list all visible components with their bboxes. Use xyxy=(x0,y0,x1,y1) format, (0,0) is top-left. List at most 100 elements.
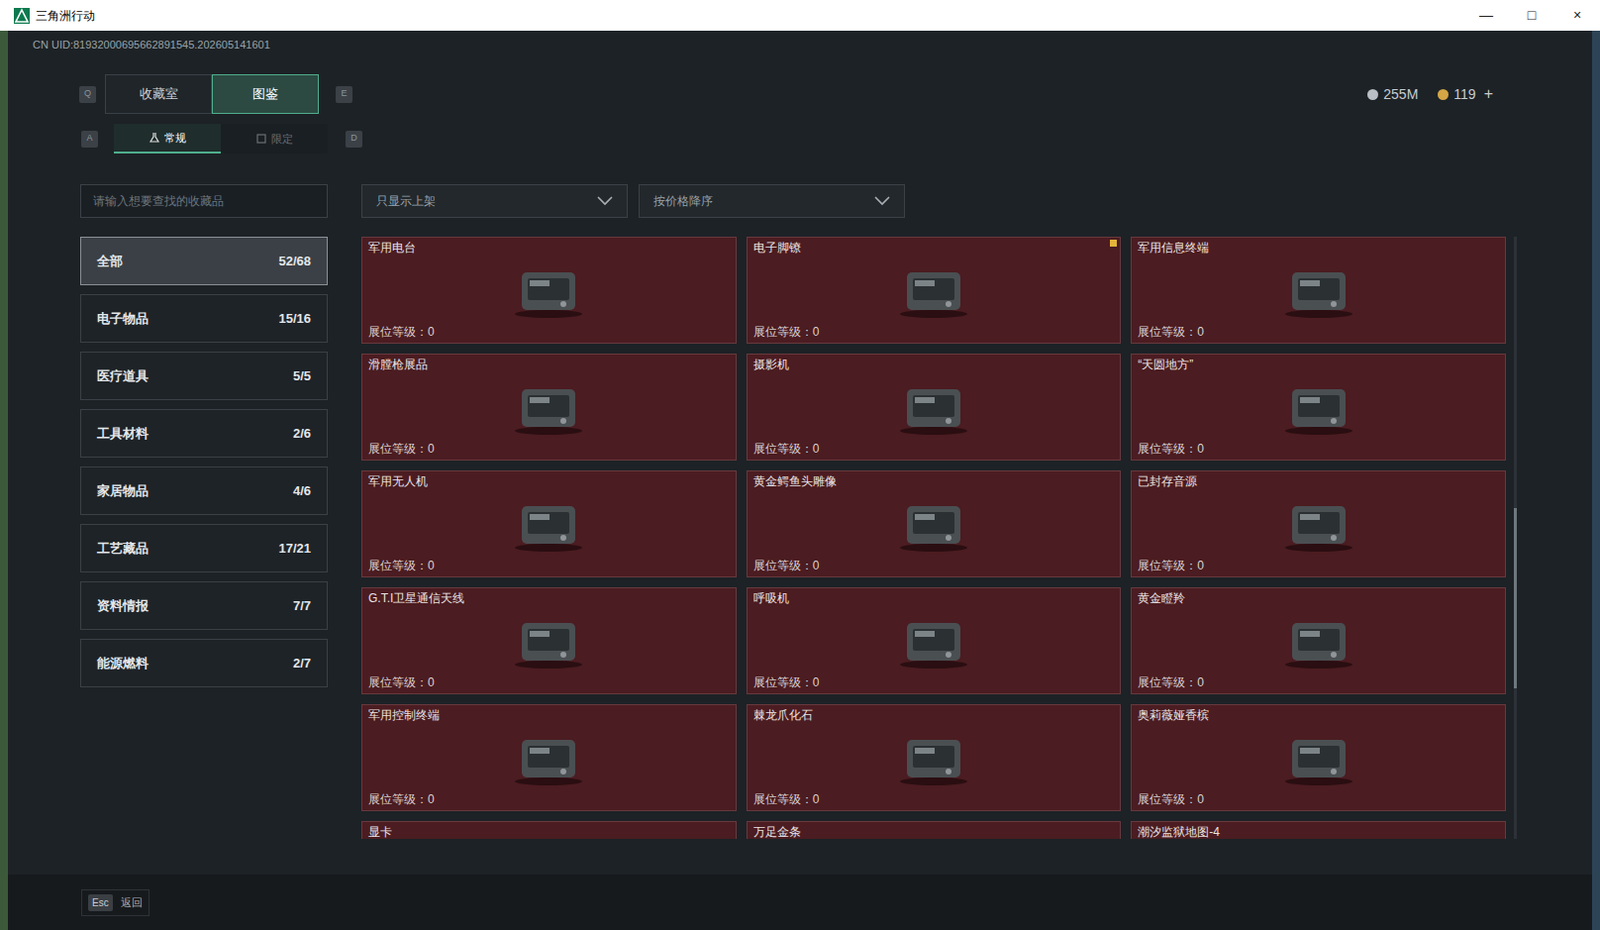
category-count: 7/7 xyxy=(293,596,311,616)
booth-level: 展位等级：0 xyxy=(1131,440,1505,460)
item-name: 奥莉薇娅香槟 xyxy=(1131,704,1505,723)
main-tab[interactable]: 收藏室 xyxy=(104,74,212,114)
collection-card[interactable]: G.T.I卫星通信天线展位等级：0 xyxy=(361,587,737,695)
collection-card[interactable]: 摄影机展位等级：0 xyxy=(746,353,1122,461)
collection-card[interactable]: 滑膛枪展品展位等级：0 xyxy=(361,353,737,461)
booth-level: 展位等级：0 xyxy=(747,791,1121,810)
item-image xyxy=(362,605,736,675)
item-name: 摄影机 xyxy=(747,354,1121,373)
flask-icon xyxy=(149,132,160,143)
footer-bar: Esc 返回 xyxy=(7,874,1593,930)
key-hint: A xyxy=(81,130,99,148)
window-control-button[interactable]: × xyxy=(1554,0,1600,31)
item-name: 黄金瞪羚 xyxy=(1131,588,1505,606)
category-item[interactable]: 医疗道具5/5 xyxy=(80,351,328,400)
collection-card[interactable]: 奥莉薇娅香槟展位等级：0 xyxy=(1130,703,1506,811)
collection-card[interactable]: 黄金鳄鱼头雕像展位等级：0 xyxy=(746,470,1122,578)
item-name: 电子脚镣 xyxy=(747,237,1121,256)
currency: 119 xyxy=(1437,84,1476,105)
booth-level: 展位等级：0 xyxy=(362,791,736,810)
collection-card[interactable]: 黄金瞪羚展位等级：0 xyxy=(1130,587,1506,695)
item-name: 滑膛枪展品 xyxy=(362,354,736,373)
category-name: 能源燃料 xyxy=(97,653,149,674)
collection-card[interactable]: 呼吸机展位等级：0 xyxy=(746,587,1122,695)
collection-card[interactable]: 军用无人机展位等级：0 xyxy=(361,470,737,578)
collection-card[interactable]: “天圆地方” 展位等级：0 xyxy=(1130,353,1506,461)
category-item[interactable]: 电子物品15/16 xyxy=(80,294,328,343)
coin-icon xyxy=(1367,89,1379,100)
collection-card[interactable]: 已封存音源展位等级：0 xyxy=(1130,470,1506,578)
collection-card[interactable]: 万足金条 xyxy=(746,820,1122,839)
search-field[interactable] xyxy=(80,184,328,218)
category-count: 52/68 xyxy=(278,251,311,272)
collection-card[interactable]: 电子脚镣展位等级：0 xyxy=(746,236,1122,344)
item-name: 军用信息终端 xyxy=(1131,237,1505,256)
window-control-button[interactable]: — xyxy=(1463,0,1509,31)
item-name: G.T.I卫星通信天线 xyxy=(362,588,736,606)
window-title: 三角洲行动 xyxy=(35,6,96,25)
ticket-icon xyxy=(1437,89,1449,100)
booth-level: 展位等级：0 xyxy=(1131,557,1505,577)
booth-level: 展位等级：0 xyxy=(1131,674,1505,694)
sub-tab-label: 限定 xyxy=(271,130,294,148)
collection-panel: CN UID:81932000695662891545.202605141601… xyxy=(7,30,1593,930)
sidebar: 全部52/68 电子物品15/16 医疗道具5/5 工具材料2/6 家居物品4/6 工艺藏… xyxy=(80,184,328,839)
filter-dropdown[interactable]: 按价格降序 xyxy=(638,184,905,218)
back-label: 返回 xyxy=(120,894,143,911)
item-name: “天圆地方” xyxy=(1131,354,1505,373)
category-item[interactable]: 工艺藏品17/21 xyxy=(80,523,328,573)
chevron-down-icon xyxy=(874,196,891,206)
filter-dropdown[interactable]: 只显示上架 xyxy=(361,184,628,218)
title-bar: 三角洲行动 —□× xyxy=(0,0,1600,31)
key-hint: D xyxy=(345,130,363,148)
item-image xyxy=(747,722,1121,792)
collection-card[interactable]: 棘龙爪化石展位等级：0 xyxy=(746,703,1122,811)
window-control-button[interactable]: □ xyxy=(1508,0,1555,31)
category-item[interactable]: 工具材料2/6 xyxy=(80,408,328,458)
currency-bar: 255M 119 + xyxy=(1367,82,1494,106)
logo-icon xyxy=(13,7,30,24)
item-image xyxy=(1131,255,1505,324)
item-image xyxy=(1131,372,1505,441)
scrollbar-track[interactable] xyxy=(1513,236,1517,839)
collection-main: 只显示上架按价格降序军用电台展位等级：0电子脚镣展位等级：0军用信息终端展位等级… xyxy=(361,184,1530,839)
filter-label: 按价格降序 xyxy=(653,192,713,210)
sub-tab-label: 常规 xyxy=(164,129,187,147)
currency-amount: 255M xyxy=(1383,84,1418,105)
left-edge xyxy=(0,30,8,930)
esc-key: Esc xyxy=(88,894,113,911)
category-name: 医疗道具 xyxy=(97,366,149,387)
booth-level: 展位等级：0 xyxy=(747,557,1121,577)
sub-tab[interactable]: 限定 xyxy=(220,123,328,154)
collection-card[interactable]: 军用电台展位等级：0 xyxy=(361,236,737,344)
currency-add-button[interactable]: + xyxy=(1484,82,1494,106)
booth-level: 展位等级：0 xyxy=(362,440,736,460)
item-name: 呼吸机 xyxy=(747,588,1121,606)
category-name: 家居物品 xyxy=(97,481,149,501)
item-name: 已封存音源 xyxy=(1131,471,1505,490)
scrollbar-thumb[interactable] xyxy=(1513,507,1517,689)
collection-card[interactable]: 军用控制终端展位等级：0 xyxy=(361,703,737,811)
category-item[interactable]: 能源燃料 2/7 xyxy=(80,638,328,688)
main-tab[interactable]: 图鉴 xyxy=(211,74,319,114)
sub-tab[interactable]: 常规 xyxy=(113,123,221,154)
content-row: 全部52/68 电子物品15/16 医疗道具5/5 工具材料2/6 家居物品4/6 工艺藏… xyxy=(7,184,1593,839)
collection-card[interactable]: 潮汐监狱地图-4 xyxy=(1130,820,1506,839)
item-name: 棘龙爪化石 xyxy=(747,704,1121,723)
category-name: 工具材料 xyxy=(97,423,149,444)
category-item[interactable]: 全部52/68 xyxy=(80,236,328,286)
subtab-row: A 常规 限定 D xyxy=(7,123,1593,154)
box-icon xyxy=(256,133,267,144)
category-item[interactable]: 资料情报 7/7 xyxy=(80,581,328,630)
back-button[interactable]: Esc 返回 xyxy=(81,889,150,916)
category-item[interactable]: 家居物品4/6 xyxy=(80,466,328,515)
collection-card[interactable]: 军用信息终端展位等级：0 xyxy=(1130,236,1506,344)
uid-text: CN UID:81932000695662891545.202605141601 xyxy=(32,36,271,54)
category-count: 15/16 xyxy=(278,308,311,329)
category-name: 资料情报 xyxy=(97,596,149,616)
item-grid: 军用电台展位等级：0电子脚镣展位等级：0军用信息终端展位等级：0滑膛枪展品展位等… xyxy=(361,236,1506,839)
game-area: CN UID:81932000695662891545.202605141601… xyxy=(0,30,1600,930)
category-count: 2/7 xyxy=(293,653,311,674)
app: 三角洲行动 —□× CN UID:81932000695662891545.202… xyxy=(0,0,1600,930)
collection-card[interactable]: 显卡 xyxy=(361,820,737,839)
